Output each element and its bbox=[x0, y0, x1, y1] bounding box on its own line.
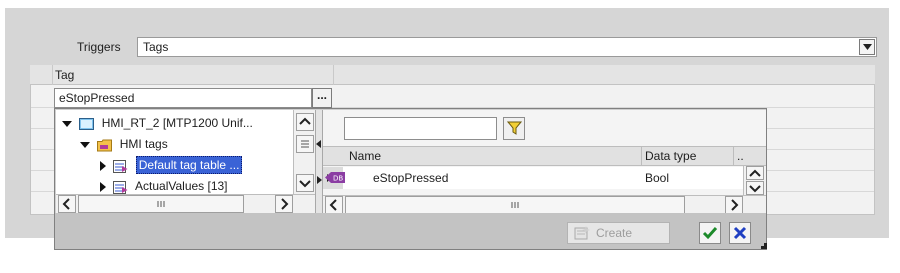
scroll-thumb[interactable] bbox=[296, 135, 314, 153]
ok-button[interactable] bbox=[699, 222, 721, 244]
tag-icon: DB bbox=[325, 171, 345, 187]
scroll-up-button[interactable] bbox=[296, 113, 314, 131]
tag-list-header: Name Data type .. bbox=[323, 146, 766, 166]
column-separator[interactable] bbox=[333, 65, 334, 85]
tag-list-pane: Name Data type .. DB eStopPressed Bool bbox=[323, 110, 766, 214]
data-type-cell: Bool bbox=[645, 171, 670, 185]
create-tag-icon bbox=[574, 226, 591, 246]
column-header-data-type[interactable]: Data type bbox=[645, 149, 696, 163]
expand-arrow-icon[interactable] bbox=[62, 120, 72, 127]
tag-column-header-label: Tag bbox=[55, 68, 75, 82]
scroll-thumb[interactable] bbox=[345, 196, 685, 214]
column-header-name[interactable]: Name bbox=[349, 149, 381, 163]
tree-horizontal-scrollbar[interactable] bbox=[56, 194, 315, 213]
expand-arrow-icon[interactable] bbox=[100, 181, 106, 192]
tree-item-actualvalues[interactable]: ActualValues [13] bbox=[100, 176, 228, 196]
tree-item-label: HMI_RT_2 [MTP1200 Unif... bbox=[101, 116, 253, 130]
expand-arrow-icon[interactable] bbox=[100, 160, 106, 171]
checkmark-icon bbox=[702, 227, 718, 240]
tag-name-cell: eStopPressed bbox=[373, 171, 449, 185]
scroll-up-button[interactable] bbox=[746, 166, 764, 180]
cancel-button[interactable] bbox=[729, 222, 751, 244]
tree-item-label: Default tag table ... bbox=[135, 156, 243, 174]
chevron-down-icon[interactable] bbox=[859, 39, 875, 55]
tree-item-default-tag-table[interactable]: Default tag table ... bbox=[100, 155, 243, 175]
triggers-dropdown[interactable]: Tags bbox=[137, 37, 877, 57]
triggers-value: Tags bbox=[143, 40, 169, 54]
resize-grip[interactable] bbox=[761, 243, 767, 249]
expand-arrow-icon[interactable] bbox=[80, 141, 90, 148]
tag-table-icon bbox=[113, 159, 128, 174]
tree-item-label: HMI tags bbox=[119, 137, 168, 151]
tree-item-label: ActualValues [13] bbox=[135, 179, 228, 193]
funnel-icon[interactable] bbox=[503, 117, 525, 140]
folder-icon bbox=[97, 138, 113, 152]
scroll-left-button[interactable] bbox=[325, 196, 343, 214]
triggers-label: Triggers bbox=[77, 40, 121, 54]
column-separator[interactable] bbox=[641, 147, 642, 165]
column-separator[interactable] bbox=[733, 147, 734, 165]
tag-input[interactable]: eStopPressed bbox=[54, 88, 312, 108]
pane-splitter[interactable] bbox=[315, 110, 323, 213]
tree-item-hmi-device[interactable]: HMI_RT_2 [MTP1200 Unif... bbox=[62, 113, 253, 133]
list-vertical-scrollbar[interactable] bbox=[743, 166, 766, 196]
tag-browser-popup: HMI_RT_2 [MTP1200 Unif... HMI tags Defau… bbox=[54, 108, 767, 250]
hmi-device-icon bbox=[79, 117, 95, 131]
scroll-right-button[interactable] bbox=[275, 195, 293, 213]
scroll-left-button[interactable] bbox=[58, 195, 76, 213]
browse-button[interactable]: ... bbox=[312, 88, 332, 108]
create-button-label: Create bbox=[596, 226, 633, 240]
tag-table-icon bbox=[113, 180, 128, 195]
tag-column-header: Tag bbox=[30, 65, 875, 85]
scroll-down-button[interactable] bbox=[746, 181, 764, 195]
filter-input[interactable] bbox=[344, 117, 497, 140]
tree-vertical-scrollbar[interactable] bbox=[293, 110, 315, 194]
list-horizontal-scrollbar[interactable] bbox=[323, 195, 766, 214]
column-header-more[interactable]: .. bbox=[737, 149, 744, 163]
tree-item-hmi-tags[interactable]: HMI tags bbox=[80, 134, 168, 154]
column-separator bbox=[52, 65, 53, 85]
list-item[interactable]: DB eStopPressed Bool bbox=[323, 167, 743, 189]
scroll-thumb[interactable] bbox=[78, 195, 244, 213]
create-button: Create bbox=[567, 222, 670, 244]
svg-text:DB: DB bbox=[333, 175, 343, 183]
x-icon bbox=[733, 226, 747, 240]
scroll-right-button[interactable] bbox=[725, 196, 743, 214]
scroll-down-button[interactable] bbox=[296, 174, 314, 192]
